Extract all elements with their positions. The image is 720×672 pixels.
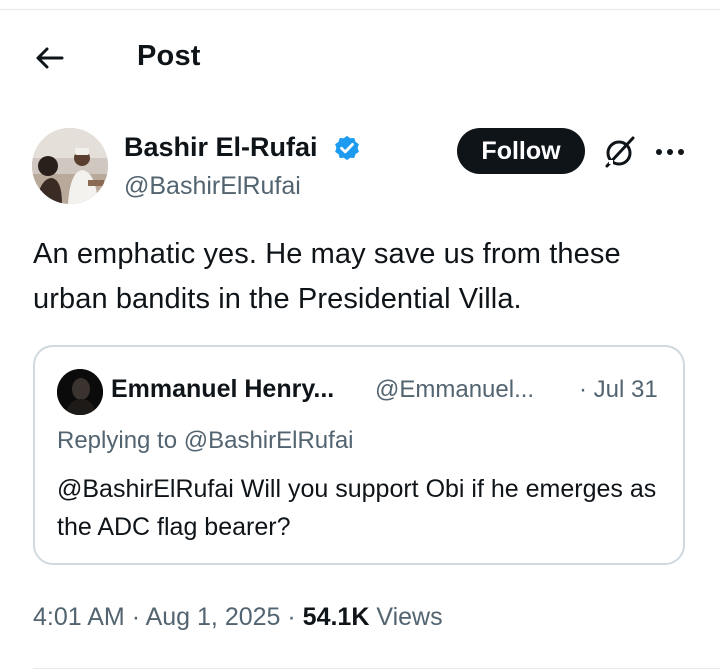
post-header: Post xyxy=(0,20,720,96)
post-date[interactable]: Aug 1, 2025 xyxy=(146,603,281,631)
arrow-left-icon xyxy=(36,47,64,69)
quoted-avatar-photo xyxy=(57,369,103,415)
grok-button[interactable] xyxy=(600,132,640,172)
more-options-button[interactable] xyxy=(650,132,690,172)
author-avatar[interactable] xyxy=(32,128,108,204)
quoted-author-handle: @Emmanuel... xyxy=(375,376,535,403)
quoted-post-text: @BashirElRufai Will you support Obi if h… xyxy=(57,475,657,541)
quoted-author-name: Emmanuel Henry... xyxy=(111,375,335,403)
author-name[interactable]: Bashir El-Rufai xyxy=(124,132,318,163)
verified-badge-icon xyxy=(335,135,359,161)
follow-button[interactable]: Follow xyxy=(457,128,585,174)
views-label: Views xyxy=(376,603,443,631)
quoted-author-avatar xyxy=(57,369,103,415)
tweet-text: An emphatic yes. He may save us from the… xyxy=(33,238,621,315)
meta-separator: · xyxy=(287,603,296,631)
back-button[interactable] xyxy=(26,38,72,78)
quoted-post-card[interactable]: Emmanuel Henry... @Emmanuel... · Jul 31 … xyxy=(33,345,685,565)
meta-separator: · xyxy=(131,603,141,631)
avatar-photo xyxy=(32,128,108,204)
replying-to-label: Replying to @BashirElRufai xyxy=(57,427,354,454)
views-count: 54.1K xyxy=(302,603,370,631)
top-divider xyxy=(0,9,720,10)
more-horizontal-icon xyxy=(656,149,684,155)
grok-icon xyxy=(605,136,635,168)
author-row: Bashir El-Rufai @BashirElRufai Follow xyxy=(0,126,720,206)
quoted-post-date: · Jul 31 xyxy=(579,376,658,403)
author-handle[interactable]: @BashirElRufai xyxy=(124,172,301,201)
page-title: Post xyxy=(137,40,201,72)
post-metadata: 4:01 AM · Aug 1, 2025 · 54.1K Views xyxy=(33,603,443,632)
post-time[interactable]: 4:01 AM xyxy=(33,603,125,631)
bottom-divider xyxy=(33,668,720,669)
